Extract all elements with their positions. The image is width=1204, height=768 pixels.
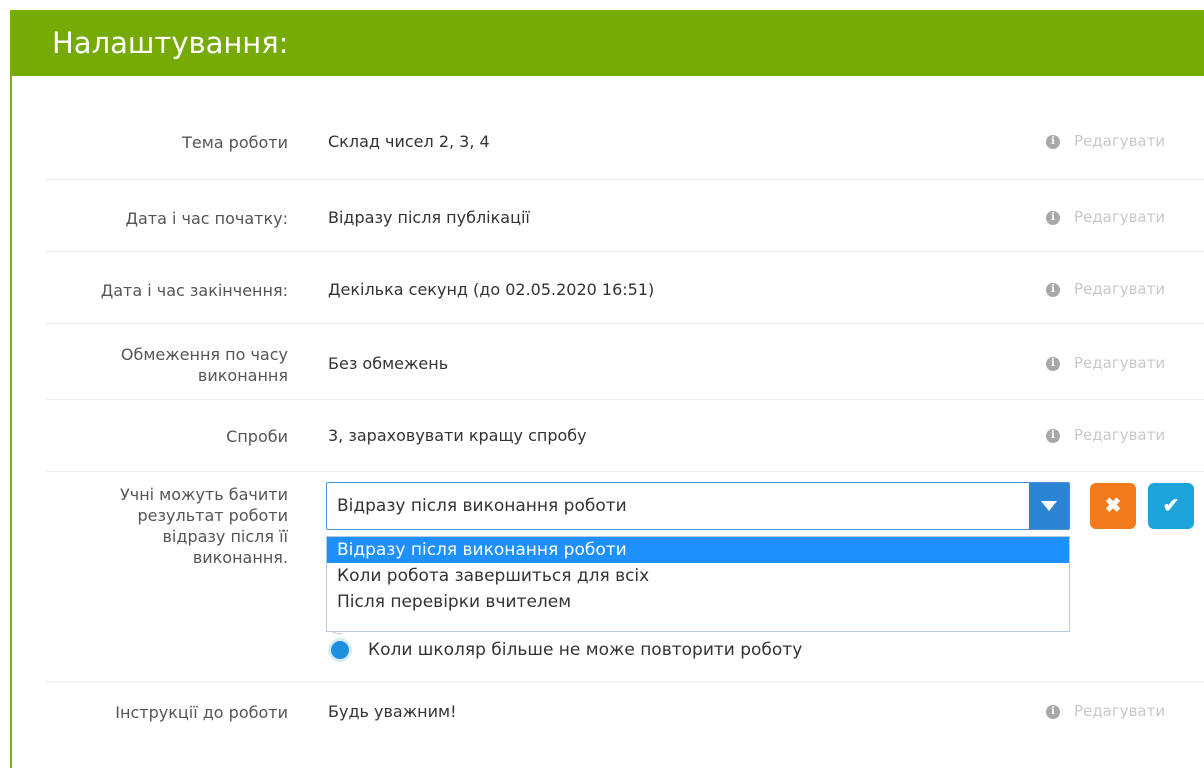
settings-row-topic: Тема роботи Склад чисел 2, 3, 4 i Редагу…	[46, 80, 1204, 180]
select-dropdown: Відразу після виконання роботи Коли робо…	[326, 536, 1070, 632]
settings-panel: Налаштування: Тема роботи Склад чисел 2,…	[10, 10, 1204, 768]
info-icon[interactable]: i	[1046, 705, 1060, 719]
edit-link[interactable]: Редагувати	[1074, 208, 1165, 226]
select-option[interactable]: Після перевірки вчителем	[327, 589, 1069, 615]
row-label-line: результат роботи	[137, 506, 288, 525]
row-label: Учні можуть бачити результат роботи відр…	[46, 484, 288, 568]
row-label-line: відразу після її	[162, 527, 289, 546]
settings-row-start: Дата і час початку: Відразу після публік…	[46, 180, 1204, 252]
info-icon[interactable]: i	[1046, 211, 1060, 225]
row-label-line: Учні можуть бачити	[119, 485, 288, 504]
info-icon[interactable]: i	[1046, 135, 1060, 149]
edit-link[interactable]: Редагувати	[1074, 354, 1165, 372]
row-label: Дата і час початку:	[125, 209, 288, 228]
row-value: 3, зараховувати кращу спробу	[328, 426, 587, 445]
info-icon[interactable]: i	[1046, 283, 1060, 297]
page-title: Налаштування:	[12, 10, 1204, 76]
edit-link[interactable]: Редагувати	[1074, 280, 1165, 298]
settings-row-instructions: Інструкції до роботи Будь уважним! i Ред…	[46, 682, 1204, 754]
row-label: Спроби	[226, 427, 288, 446]
select-option[interactable]: Відразу після виконання роботи	[327, 537, 1069, 563]
row-value: Відразу після публікації	[328, 208, 530, 227]
radio-label: Коли школяр більше не може повторити роб…	[368, 640, 803, 660]
info-icon[interactable]: i	[1046, 357, 1060, 371]
row-label: Обмеження по часу виконання	[46, 344, 288, 386]
settings-row-time-limit: Обмеження по часу виконання Без обмежень…	[46, 324, 1204, 400]
row-value: Будь уважним!	[328, 702, 457, 721]
row-label-line: Обмеження по часу	[120, 345, 288, 364]
row-label-line: виконання.	[192, 548, 288, 567]
edit-link[interactable]: Редагувати	[1074, 132, 1165, 150]
row-label: Тема роботи	[182, 133, 288, 152]
radio-selected-icon[interactable]	[328, 638, 352, 662]
row-value: Склад чисел 2, 3, 4	[328, 132, 490, 151]
row-label: Інструкції до роботи	[115, 703, 288, 722]
select-option[interactable]: Коли робота завершиться для всіх	[327, 563, 1069, 589]
row-value: Декілька секунд (до 02.05.2020 16:51)	[328, 280, 655, 299]
info-icon[interactable]: i	[1046, 429, 1060, 443]
results-visibility-select[interactable]: Відразу після виконання роботи	[326, 482, 1070, 530]
edit-link[interactable]: Редагувати	[1074, 426, 1165, 444]
cancel-button[interactable]: ✖	[1090, 483, 1136, 529]
settings-row-end: Дата і час закінчення: Декілька секунд (…	[46, 252, 1204, 324]
edit-link[interactable]: Редагувати	[1074, 702, 1165, 720]
row-label-line: виконання	[197, 366, 288, 385]
row-value: Без обмежень	[328, 354, 449, 373]
chevron-down-icon[interactable]	[1029, 483, 1069, 529]
select-value: Відразу після виконання роботи	[337, 496, 627, 516]
settings-row-attempts: Спроби 3, зараховувати кращу спробу i Ре…	[46, 400, 1204, 472]
confirm-button[interactable]: ✔	[1148, 483, 1194, 529]
row-label: Дата і час закінчення:	[100, 281, 288, 300]
